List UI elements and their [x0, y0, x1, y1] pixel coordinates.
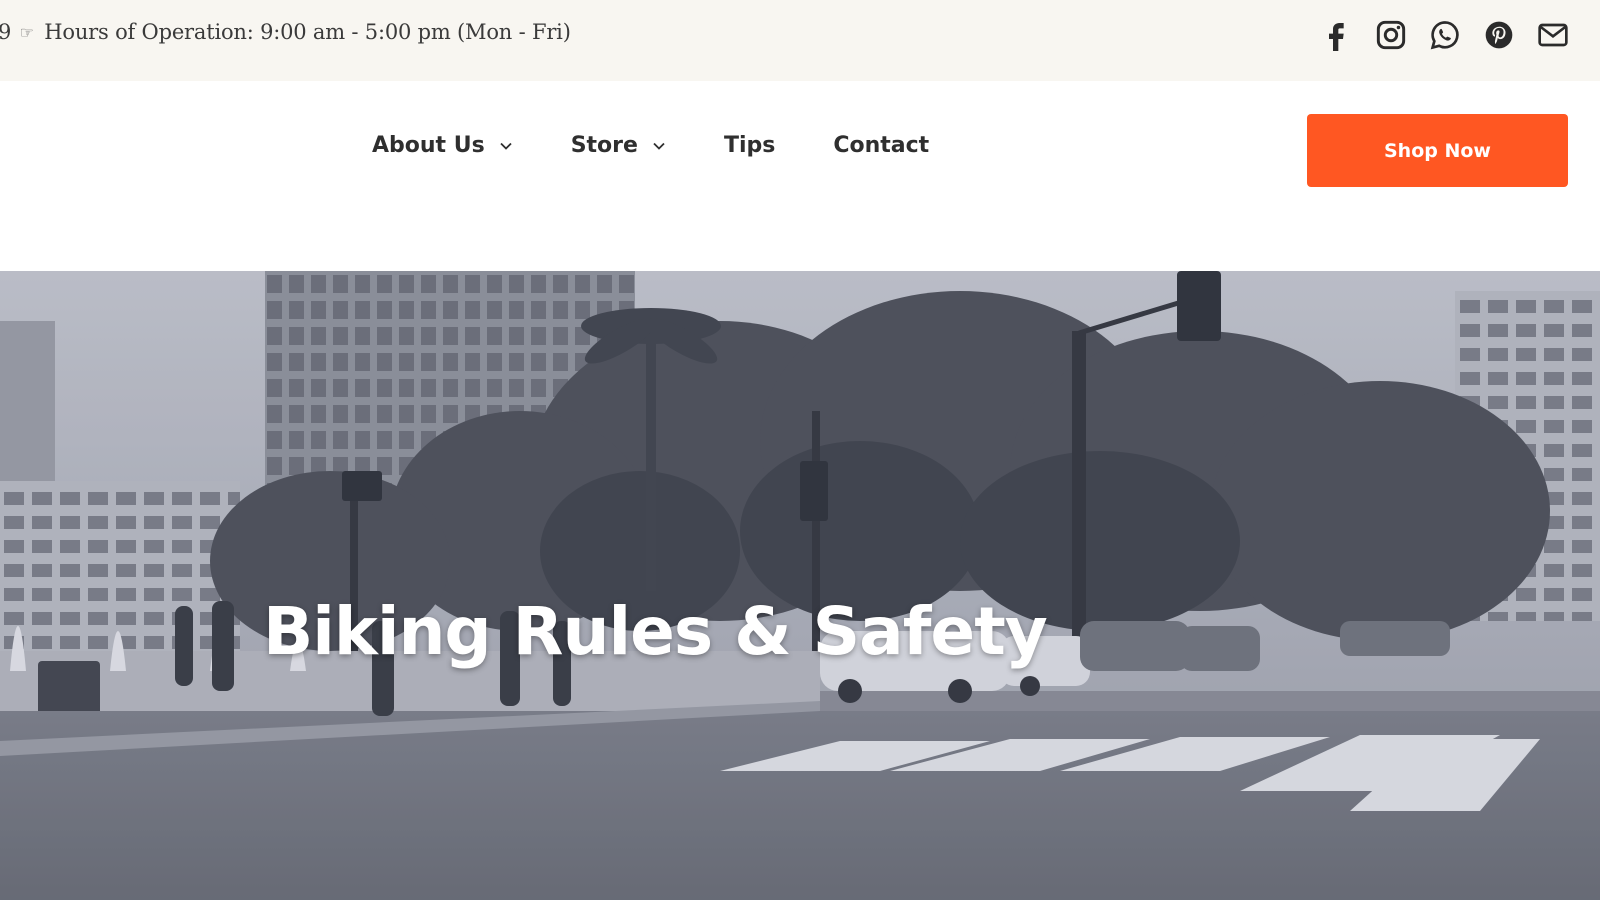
- chevron-down-icon: [652, 139, 666, 153]
- top-info-bar: 9 ☞ Hours of Operation: 9:00 am - 5:00 p…: [0, 0, 1600, 81]
- hours-text: Hours of Operation: 9:00 am - 5:00 pm (M…: [44, 20, 571, 44]
- shop-now-button[interactable]: Shop Now: [1307, 114, 1568, 187]
- pinterest-icon[interactable]: [1482, 18, 1516, 52]
- hero-banner: Biking Rules & Safety: [0, 271, 1600, 900]
- facebook-icon[interactable]: [1320, 18, 1354, 52]
- street-scene-background: [0, 271, 1600, 900]
- instagram-icon[interactable]: [1374, 18, 1408, 52]
- hero-title: Biking Rules & Safety: [263, 593, 1048, 670]
- whatsapp-icon[interactable]: [1428, 18, 1462, 52]
- site-header: About Us Store Tips Contact Shop Now: [0, 81, 1600, 271]
- social-links: [1320, 18, 1570, 52]
- nav-item-tips[interactable]: Tips: [724, 133, 775, 158]
- nav-item-about-us[interactable]: About Us: [372, 133, 513, 158]
- nav-label-store: Store: [570, 133, 638, 158]
- hours-of-operation: 9 ☞ Hours of Operation: 9:00 am - 5:00 p…: [0, 20, 571, 44]
- phone-fragment: 9: [0, 20, 12, 44]
- main-navigation: About Us Store Tips Contact: [372, 133, 987, 158]
- pointing-hand-icon: ☞: [19, 23, 34, 42]
- nav-label-about-us: About Us: [372, 133, 485, 158]
- email-icon[interactable]: [1536, 18, 1570, 52]
- nav-item-contact[interactable]: Contact: [833, 133, 929, 158]
- nav-item-store[interactable]: Store: [571, 133, 666, 158]
- chevron-down-icon: [499, 139, 513, 153]
- nav-label-contact: Contact: [833, 133, 930, 158]
- nav-label-tips: Tips: [723, 133, 776, 158]
